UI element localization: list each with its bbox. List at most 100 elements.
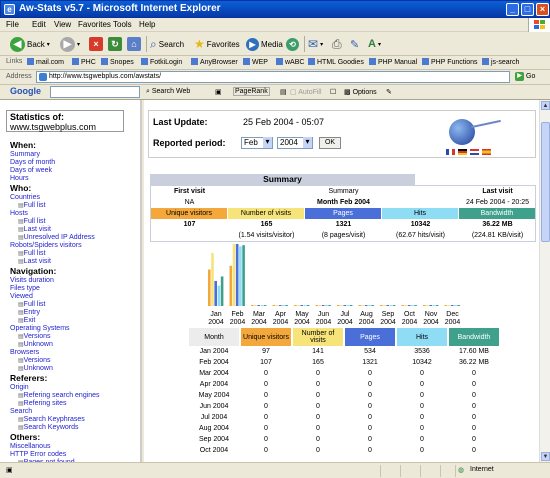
nav-sub-link[interactable]: Unknown bbox=[10, 341, 140, 349]
link-item[interactable]: HTML Goodies bbox=[308, 58, 364, 66]
scroll-thumb[interactable] bbox=[541, 122, 550, 242]
scroll-up-icon[interactable]: ▲ bbox=[541, 101, 550, 110]
nav-link[interactable]: Countries bbox=[10, 194, 140, 202]
link-item[interactable]: js-search bbox=[482, 58, 519, 66]
flag-es-icon[interactable] bbox=[482, 149, 491, 155]
nav-sub-link[interactable]: Versions bbox=[10, 357, 140, 365]
link-item[interactable]: PHP Manual bbox=[369, 58, 417, 66]
page-icon bbox=[27, 58, 34, 65]
nav-link[interactable]: Browsers bbox=[10, 349, 140, 357]
go-button[interactable]: ▶ Go bbox=[515, 72, 535, 81]
nav-sub-link[interactable]: Unresolved IP Address bbox=[10, 234, 140, 242]
pagerank-button[interactable]: PageRank bbox=[233, 87, 270, 96]
menu-tools[interactable]: Tools bbox=[113, 20, 132, 29]
google-logo[interactable]: Google bbox=[10, 86, 41, 96]
nav-sub-link[interactable]: Full list bbox=[10, 250, 140, 258]
flag-de-icon[interactable] bbox=[458, 149, 467, 155]
link-item[interactable]: mail.com bbox=[27, 58, 64, 66]
menu-view[interactable]: View bbox=[54, 20, 71, 29]
nav-link[interactable]: Hosts bbox=[10, 210, 140, 218]
favorites-button[interactable]: ★ Favorites bbox=[194, 35, 240, 53]
forward-button[interactable]: ▶ ▾ bbox=[60, 35, 80, 53]
vertical-scrollbar[interactable]: ▲ ▼ bbox=[539, 100, 550, 462]
blogger-icon[interactable]: ☐ bbox=[330, 88, 336, 96]
chevron-down-icon: ▾ bbox=[77, 41, 81, 48]
back-button[interactable]: ◀ Back ▾ bbox=[10, 35, 50, 53]
nav-sub-link[interactable]: Full list bbox=[10, 301, 140, 309]
table-cell: 0 bbox=[264, 381, 268, 388]
minimize-button[interactable]: _ bbox=[506, 3, 519, 16]
flag-nl-icon[interactable] bbox=[470, 149, 479, 155]
history-button[interactable]: ⟲ bbox=[286, 35, 299, 53]
nav-sub-link[interactable]: Entry bbox=[10, 309, 140, 317]
nav-sub-link[interactable]: Last visit bbox=[10, 258, 140, 266]
flag-fr-icon[interactable] bbox=[446, 149, 455, 155]
nav-sub-link[interactable]: Refering sites bbox=[10, 400, 140, 408]
nav-sub-link[interactable]: Refering search engines bbox=[10, 392, 140, 400]
close-button[interactable]: × bbox=[536, 3, 549, 16]
table-cell: 1321 bbox=[362, 359, 378, 366]
x-tick-label: 2004 bbox=[445, 319, 461, 326]
nav-link[interactable]: HTTP Error codes bbox=[10, 451, 140, 459]
maximize-button[interactable]: □ bbox=[521, 3, 534, 16]
stop-button[interactable]: × bbox=[89, 35, 103, 53]
media-button[interactable]: ▶ Media bbox=[246, 35, 283, 53]
news-icon[interactable]: ▣ bbox=[215, 88, 222, 96]
google-search-input[interactable] bbox=[50, 86, 140, 98]
nav-link[interactable]: Operating Systems bbox=[10, 325, 140, 333]
ok-button[interactable]: OK bbox=[319, 137, 341, 149]
popup-blocker-icon[interactable]: ▤ bbox=[280, 88, 287, 96]
nav-sub-link[interactable]: Full list bbox=[10, 202, 140, 210]
nav-link[interactable]: Days of month bbox=[10, 159, 140, 167]
nav-link[interactable]: Search bbox=[10, 408, 140, 416]
menu-edit[interactable]: Edit bbox=[32, 20, 46, 29]
nav-sub-link[interactable]: Exit bbox=[10, 317, 140, 325]
nav-link[interactable]: Summary bbox=[10, 151, 140, 159]
edit-button[interactable]: ✎ bbox=[350, 35, 359, 53]
search-button[interactable]: ⌕ Search bbox=[150, 35, 184, 53]
month-select[interactable]: Feb bbox=[241, 137, 273, 149]
nav-link[interactable]: Viewed bbox=[10, 293, 140, 301]
bar-unique-4 bbox=[294, 305, 297, 306]
autofill-button[interactable]: ▢ AutoFill bbox=[290, 88, 322, 96]
pencil-icon[interactable]: ✎ bbox=[386, 88, 392, 96]
menu-bar: File Edit View Favorites Tools Help bbox=[0, 18, 550, 32]
nav-link[interactable]: Robots/Spiders visitors bbox=[10, 242, 140, 250]
address-input[interactable]: http://www.tsgwebplus.com/awstats/ bbox=[36, 71, 510, 83]
menu-favorites[interactable]: Favorites bbox=[78, 20, 111, 29]
scroll-down-icon[interactable]: ▼ bbox=[541, 452, 550, 461]
nav-sub-link[interactable]: Unknown bbox=[10, 365, 140, 373]
nav-sub-link[interactable]: Versions bbox=[10, 333, 140, 341]
home-button[interactable]: ⌂ bbox=[127, 35, 141, 53]
nav-sub-link[interactable]: Full list bbox=[10, 218, 140, 226]
refresh-button[interactable]: ↻ bbox=[108, 35, 122, 53]
bar-hits-11 bbox=[454, 305, 457, 306]
year-select[interactable]: 2004 bbox=[277, 137, 313, 149]
bar-hits-4 bbox=[303, 305, 307, 306]
link-item[interactable]: AnyBrowser bbox=[191, 58, 238, 66]
link-item[interactable]: PHC bbox=[72, 58, 96, 66]
options-button[interactable]: ▩ Options bbox=[344, 88, 377, 96]
nav-link[interactable]: Miscellanous bbox=[10, 443, 140, 451]
link-item[interactable]: Snopes bbox=[101, 58, 134, 66]
research-button[interactable]: A ▾ bbox=[368, 35, 381, 53]
menu-file[interactable]: File bbox=[6, 20, 19, 29]
nav-sub-link[interactable]: Search Keyphrases bbox=[10, 416, 140, 424]
left-nav-pane: Statistics of: www.tsgwebplus.com When: S… bbox=[0, 100, 142, 462]
link-item[interactable]: PHP Functions bbox=[422, 58, 478, 66]
nav-sub-link[interactable]: Search Keywords bbox=[10, 424, 140, 432]
menu-help[interactable]: Help bbox=[139, 20, 155, 29]
nav-link[interactable]: Origin bbox=[10, 384, 140, 392]
nav-link[interactable]: Hours bbox=[10, 175, 140, 183]
nav-sub-link[interactable]: Last visit bbox=[10, 226, 140, 234]
print-button[interactable]: ⎙ bbox=[332, 35, 342, 53]
mail-button[interactable]: ✉ ▾ bbox=[308, 35, 323, 53]
nav-link[interactable]: Visits duration bbox=[10, 277, 140, 285]
link-item[interactable]: WEP bbox=[243, 58, 268, 66]
google-search-web-button[interactable]: ⌕ Search Web bbox=[146, 88, 190, 96]
link-item[interactable]: wABC bbox=[276, 58, 304, 66]
bar-visits-10 bbox=[426, 305, 429, 306]
link-item[interactable]: FotkiLogin bbox=[141, 58, 182, 66]
nav-link[interactable]: Files type bbox=[10, 285, 140, 293]
nav-link[interactable]: Days of week bbox=[10, 167, 140, 175]
